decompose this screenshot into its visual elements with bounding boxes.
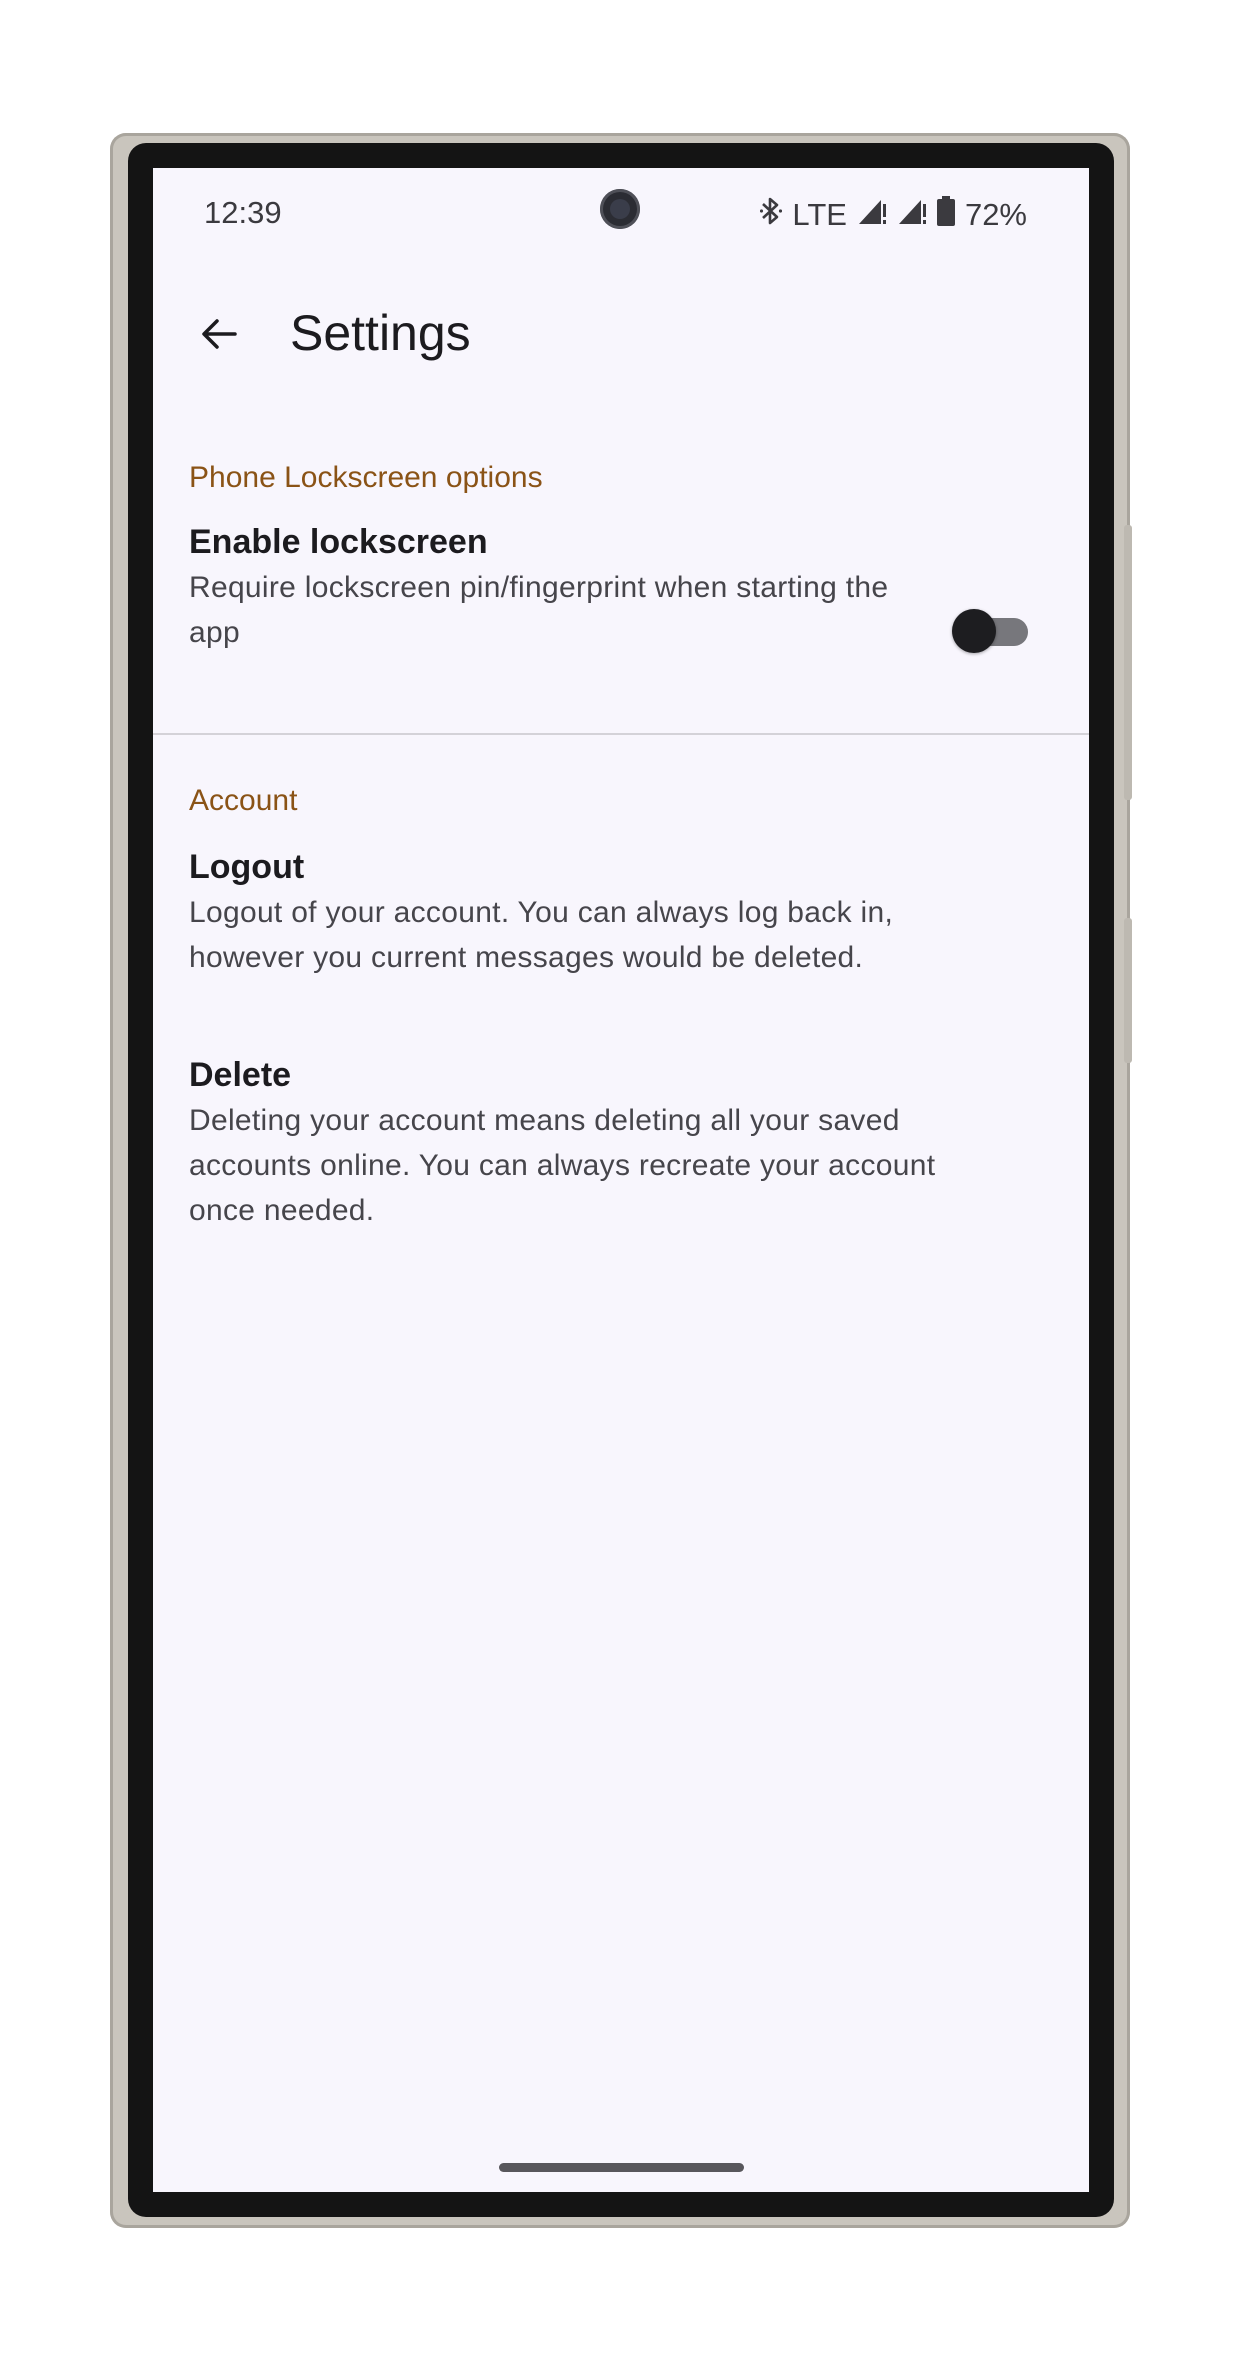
screen: 12:39 LTE 72% Settings Phone Lockscreen … — [153, 168, 1089, 2192]
preference-summary: Deleting your account means deleting all… — [189, 1104, 936, 1227]
preference-title: Delete — [189, 1056, 292, 1094]
battery-icon — [936, 196, 955, 234]
section-header-account: Account — [189, 784, 298, 817]
front-camera — [600, 189, 640, 229]
toggle-thumb — [952, 609, 996, 653]
preference-delete[interactable]: Delete Deleting your account means delet… — [153, 1056, 1089, 1266]
signal-icon — [897, 196, 927, 234]
preference-enable-lockscreen[interactable]: Enable lockscreen Require lockscreen pin… — [153, 523, 1089, 703]
power-button — [1124, 525, 1132, 800]
app-bar: Settings — [153, 280, 1089, 390]
status-time: 12:39 — [204, 195, 282, 230]
preference-title: Logout — [189, 848, 305, 886]
back-button[interactable] — [189, 306, 249, 366]
preference-summary: Require lockscreen pin/fingerprint when … — [189, 571, 889, 649]
bluetooth-icon — [760, 195, 783, 235]
preference-logout[interactable]: Logout Logout of your account. You can a… — [153, 848, 1089, 1028]
section-divider — [153, 733, 1089, 735]
status-icons: LTE 72% — [760, 195, 1027, 235]
preference-title: Enable lockscreen — [189, 523, 488, 561]
status-bar: 12:39 LTE 72% — [153, 168, 1089, 258]
volume-button — [1124, 918, 1132, 1063]
preference-summary: Logout of your account. You can always l… — [189, 896, 894, 974]
arrow-left-icon — [199, 314, 239, 359]
lockscreen-toggle[interactable] — [952, 608, 1028, 654]
page-title: Settings — [290, 305, 471, 361]
gesture-navigation-bar[interactable] — [499, 2163, 744, 2172]
battery-percent: 72% — [964, 197, 1027, 232]
signal-icon — [857, 196, 887, 234]
section-header-lockscreen: Phone Lockscreen options — [189, 461, 543, 494]
network-type: LTE — [792, 197, 847, 232]
